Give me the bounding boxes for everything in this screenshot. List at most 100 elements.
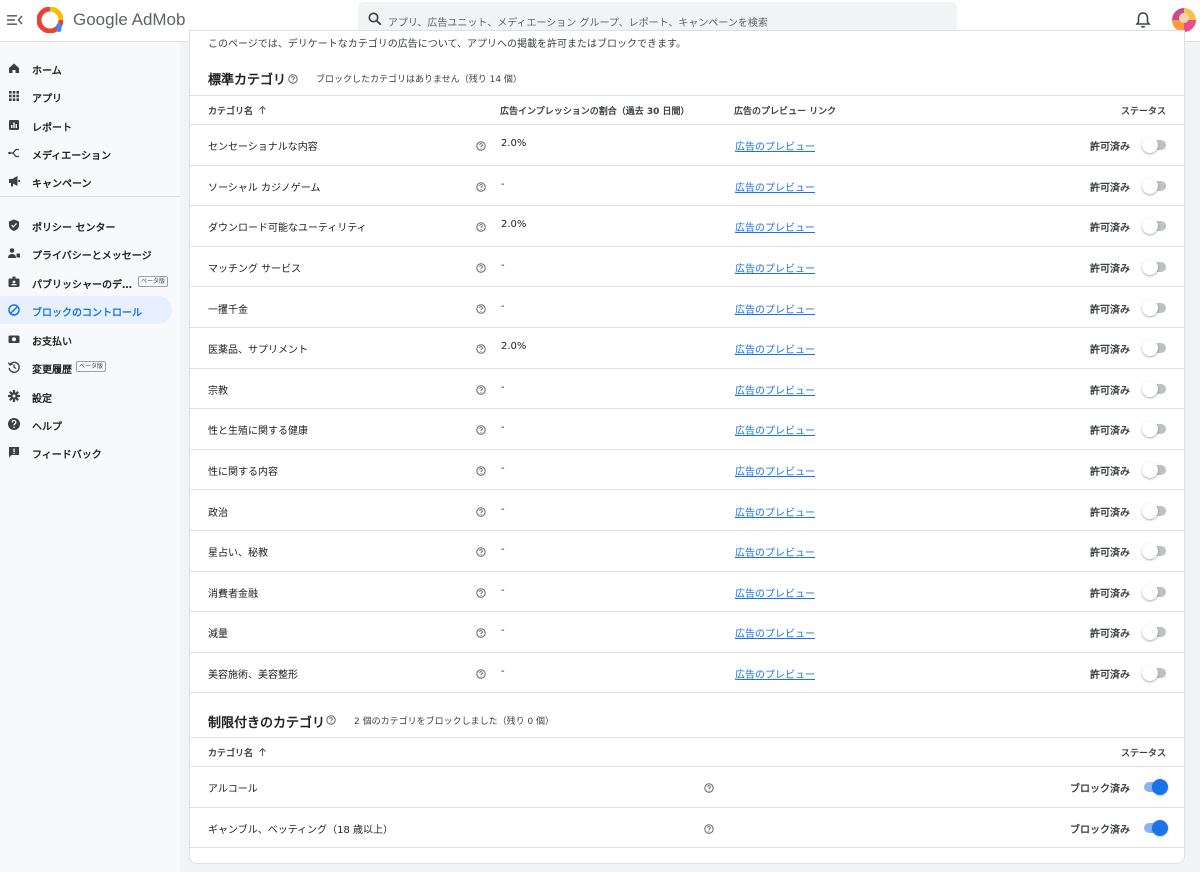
status-toggle[interactable] (1142, 665, 1168, 682)
ad-preview-link[interactable]: 広告のプレビュー (735, 544, 815, 559)
sidebar-item-feedback[interactable]: フィードバック (0, 438, 172, 466)
status-toggle[interactable] (1142, 543, 1168, 560)
toggle-knob (1142, 543, 1158, 560)
notifications-bell-icon[interactable] (1135, 11, 1151, 29)
help-icon[interactable] (476, 628, 486, 639)
toggle-knob (1142, 462, 1158, 479)
help-icon[interactable] (476, 303, 486, 314)
history-icon (7, 361, 20, 373)
sidebar-item-payments[interactable]: お支払い (0, 325, 172, 353)
help-icon[interactable] (476, 547, 486, 557)
status-toggle[interactable] (1142, 340, 1168, 357)
help-icon[interactable] (476, 222, 486, 233)
status-toggle[interactable] (1142, 177, 1168, 194)
sidebar-item-label: キャンペーン (32, 179, 92, 190)
sidebar-item-mediation[interactable]: メディエーション (0, 139, 172, 167)
ad-preview-link[interactable]: 広告のプレビュー (735, 219, 815, 234)
search-icon (368, 12, 382, 26)
feedback-icon (9, 447, 19, 458)
ad-preview-link[interactable]: 広告のプレビュー (735, 422, 815, 437)
ad-preview-link[interactable]: 広告のプレビュー (735, 666, 815, 681)
help-icon[interactable] (476, 141, 486, 151)
help-icon[interactable] (288, 74, 298, 84)
ad-preview-link[interactable]: 広告のプレビュー (735, 463, 815, 478)
help-icon[interactable] (476, 344, 486, 354)
sidebar-nav: ホームアプリレポートメディエーションキャンペーンポリシー センター プライバシーと… (0, 42, 180, 872)
help-icon[interactable] (476, 506, 486, 517)
ad-preview-link[interactable]: 広告のプレビュー (735, 138, 815, 153)
category-name: ギャンブル、ベッティング（18 歳以上） (208, 824, 394, 836)
status-toggle[interactable] (1142, 137, 1168, 154)
toggle-knob (1142, 502, 1158, 519)
status-toggle[interactable] (1142, 819, 1168, 836)
impression-share: - (501, 178, 505, 190)
sidebar-item-publisher[interactable]: パブリッシャーのデ… ベータ版 (0, 268, 172, 296)
impression-share: - (501, 300, 505, 312)
status-toggle[interactable] (1142, 779, 1168, 796)
sidebar-item-blocking[interactable]: ブロックのコントロール (0, 296, 172, 324)
toggle-knob (1152, 819, 1168, 836)
payments-icon (8, 335, 20, 343)
beta-badge: ベータ版 (76, 361, 107, 372)
status-toggle[interactable] (1142, 583, 1168, 600)
status-label: 許可済み (1090, 304, 1130, 316)
ad-preview-link[interactable]: 広告のプレビュー (735, 260, 815, 275)
menu-collapse-icon[interactable] (6, 11, 24, 29)
column-header-category-name[interactable]: カテゴリ名 (208, 104, 253, 117)
help-icon[interactable] (476, 182, 486, 192)
category-name: 性に関する内容 (208, 467, 278, 479)
sidebar-item-campaigns[interactable]: キャンペーン (0, 167, 172, 195)
sort-ascending-icon[interactable] (258, 105, 267, 115)
impression-share: - (501, 625, 505, 637)
help-icon[interactable] (476, 588, 486, 598)
account-avatar[interactable] (1172, 8, 1196, 32)
sidebar-item-apps[interactable]: アプリ (0, 82, 172, 110)
ad-preview-link[interactable]: 広告のプレビュー (735, 179, 815, 194)
status-toggle[interactable] (1142, 218, 1168, 235)
help-icon[interactable] (476, 466, 486, 476)
sidebar-item-home[interactable]: ホーム (0, 54, 172, 82)
help-icon[interactable] (476, 385, 486, 395)
status-toggle[interactable] (1142, 259, 1168, 276)
table-row: 減量 - 広告のプレビュー 許可済み (190, 612, 1184, 653)
column-header-category-name[interactable]: カテゴリ名 (208, 746, 253, 759)
help-icon[interactable] (476, 263, 486, 273)
ad-preview-link[interactable]: 広告のプレビュー (735, 341, 815, 356)
status-toggle[interactable] (1142, 624, 1168, 641)
sort-ascending-icon[interactable] (258, 747, 267, 757)
status-label: 許可済み (1090, 142, 1130, 154)
status-label: 許可済み (1090, 182, 1130, 194)
column-header-impression-share: 広告インプレッションの割合（過去 30 日間） (500, 107, 690, 117)
sidebar-item-label: レポート (32, 123, 72, 134)
standard-categories-title: 標準カテゴリ (208, 73, 287, 88)
brand-name: Google AdMob (73, 10, 186, 29)
status-toggle[interactable] (1142, 380, 1168, 397)
help-icon[interactable] (476, 669, 486, 679)
table-row: 医薬品、サプリメント 2.0% 広告のプレビュー 許可済み (190, 328, 1184, 369)
help-icon[interactable] (326, 715, 336, 725)
status-label: 許可済み (1090, 385, 1130, 397)
status-toggle[interactable] (1142, 502, 1168, 519)
impression-share: 2.0% (501, 138, 527, 150)
admob-logo-icon[interactable] (37, 7, 63, 33)
sidebar-item-history[interactable]: 変更履歴 ベータ版 (0, 353, 172, 381)
help-icon[interactable] (476, 425, 486, 436)
status-toggle[interactable] (1142, 421, 1168, 438)
sidebar-item-label: ヘルプ (32, 422, 62, 433)
status-toggle[interactable] (1142, 299, 1168, 316)
sidebar-item-policy[interactable]: ポリシー センター (0, 211, 172, 239)
sidebar-item-reports[interactable]: レポート (0, 111, 172, 139)
help-icon[interactable] (704, 783, 714, 793)
ad-preview-link[interactable]: 広告のプレビュー (735, 382, 815, 397)
sidebar-item-help[interactable]: ヘルプ (0, 410, 172, 438)
ad-preview-link[interactable]: 広告のプレビュー (735, 585, 815, 600)
sidebar-item-settings[interactable]: 設定 (0, 382, 172, 410)
ad-preview-link[interactable]: 広告のプレビュー (735, 625, 815, 640)
help-icon[interactable] (704, 824, 714, 834)
status-toggle[interactable] (1142, 462, 1168, 479)
sidebar-item-privacy[interactable]: プライバシーとメッセージ (0, 239, 172, 267)
ad-preview-link[interactable]: 広告のプレビュー (735, 301, 815, 316)
sidebar-item-label: アプリ (32, 94, 62, 105)
status-label: 許可済み (1090, 264, 1130, 276)
ad-preview-link[interactable]: 広告のプレビュー (735, 504, 815, 519)
